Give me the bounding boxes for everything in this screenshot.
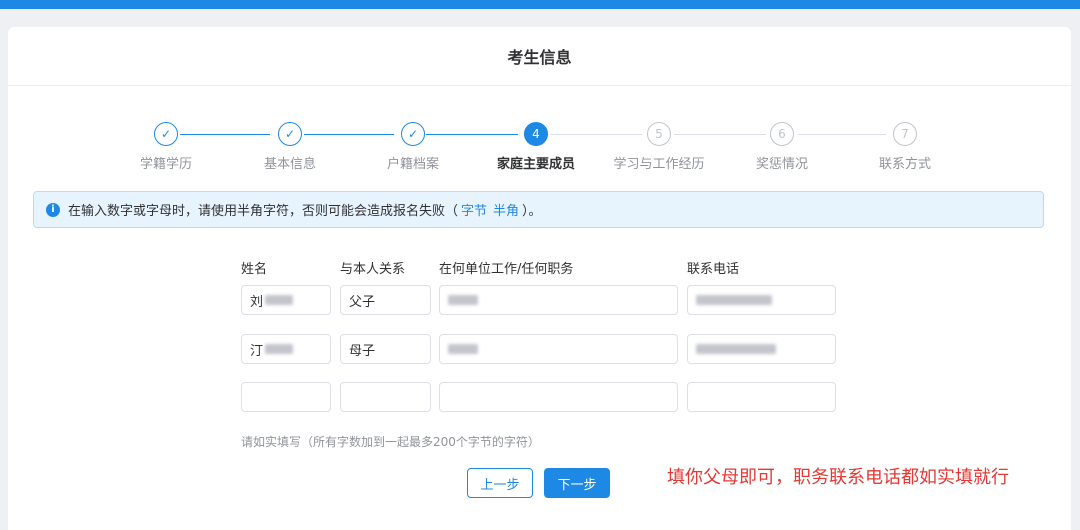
- relation-value: 母子: [349, 343, 376, 359]
- link-byte[interactable]: 字节: [461, 200, 487, 219]
- header-relation: 与本人关系: [340, 262, 406, 277]
- redacted-text: [265, 295, 294, 305]
- redacted-text: [448, 295, 478, 305]
- check-icon: ✓: [401, 122, 425, 146]
- step-label: 家庭主要成员: [496, 157, 575, 172]
- work-field-3[interactable]: [439, 382, 678, 412]
- top-accent-bar: [0, 0, 1080, 9]
- check-icon: ✓: [278, 122, 302, 146]
- work-field-2[interactable]: [439, 334, 678, 364]
- step-label: 基本信息: [263, 157, 316, 172]
- name-field-1[interactable]: 刘: [241, 285, 331, 315]
- relation-field-3[interactable]: [340, 382, 431, 412]
- phone-field-2[interactable]: [687, 334, 836, 364]
- alert-text-end: ）。: [522, 204, 542, 219]
- name-field-2[interactable]: 汀: [241, 334, 331, 364]
- page-title: 考生信息: [8, 27, 1071, 86]
- info-icon: i: [46, 202, 60, 217]
- form-hint: 请如实填写（所有字数加到一起最多200个字节的字符）: [241, 435, 540, 449]
- step-6[interactable]: 6 奖惩情况: [722, 122, 842, 172]
- work-field-1[interactable]: [439, 285, 678, 315]
- phone-field-1[interactable]: [687, 285, 836, 315]
- name-value: 汀: [250, 343, 264, 359]
- step-label: 联系方式: [878, 157, 931, 172]
- next-step-button[interactable]: 下一步: [544, 468, 610, 498]
- redacted-text: [265, 344, 294, 354]
- redacted-text: [448, 344, 478, 354]
- step-label: 学习与工作经历: [613, 157, 705, 172]
- annotation-note: 填你父母即可，职务联系电话都如实填就行: [667, 467, 1009, 488]
- step-3[interactable]: ✓ 户籍档案: [353, 122, 473, 172]
- name-value: 刘: [250, 294, 264, 310]
- step-1[interactable]: ✓ 学籍学历: [106, 122, 226, 172]
- step-label: 户籍档案: [386, 157, 439, 172]
- step-number: 5: [647, 122, 671, 146]
- redacted-text: [696, 295, 772, 305]
- steps-bar: ✓ 学籍学历 ✓ 基本信息 ✓ 户籍档案 4 家庭主要成员 5 学习与工作经历 …: [8, 122, 1071, 182]
- step-number: 4: [524, 122, 548, 146]
- step-number: 6: [770, 122, 794, 146]
- step-7[interactable]: 7 联系方式: [845, 122, 965, 172]
- link-halfwidth[interactable]: 半角: [493, 200, 519, 219]
- alert-text: 在输入数字或字母时，请使用半角字符，否则可能会造成报名失败（: [68, 204, 459, 219]
- header-phone: 联系电话: [687, 262, 740, 277]
- step-label: 奖惩情况: [755, 157, 808, 172]
- relation-value: 父子: [349, 294, 376, 310]
- redacted-text: [696, 344, 776, 354]
- step-number: 7: [893, 122, 917, 146]
- step-5[interactable]: 5 学习与工作经历: [599, 122, 719, 172]
- step-label: 学籍学历: [139, 157, 192, 172]
- step-4[interactable]: 4 家庭主要成员: [476, 122, 596, 172]
- step-2[interactable]: ✓ 基本信息: [230, 122, 350, 172]
- info-alert: i 在输入数字或字母时，请使用半角字符，否则可能会造成报名失败（ 字节 半角 ）…: [33, 191, 1044, 228]
- header-name: 姓名: [241, 262, 268, 277]
- phone-field-3[interactable]: [687, 382, 836, 412]
- relation-field-2[interactable]: 母子: [340, 334, 431, 364]
- header-work: 在何单位工作/任何职务: [439, 262, 574, 277]
- form-card: 考生信息 ✓ 学籍学历 ✓ 基本信息 ✓ 户籍档案 4 家庭主要成员 5 学习与…: [8, 27, 1071, 530]
- prev-step-button[interactable]: 上一步: [467, 468, 533, 498]
- relation-field-1[interactable]: 父子: [340, 285, 431, 315]
- check-icon: ✓: [154, 122, 178, 146]
- name-field-3[interactable]: [241, 382, 331, 412]
